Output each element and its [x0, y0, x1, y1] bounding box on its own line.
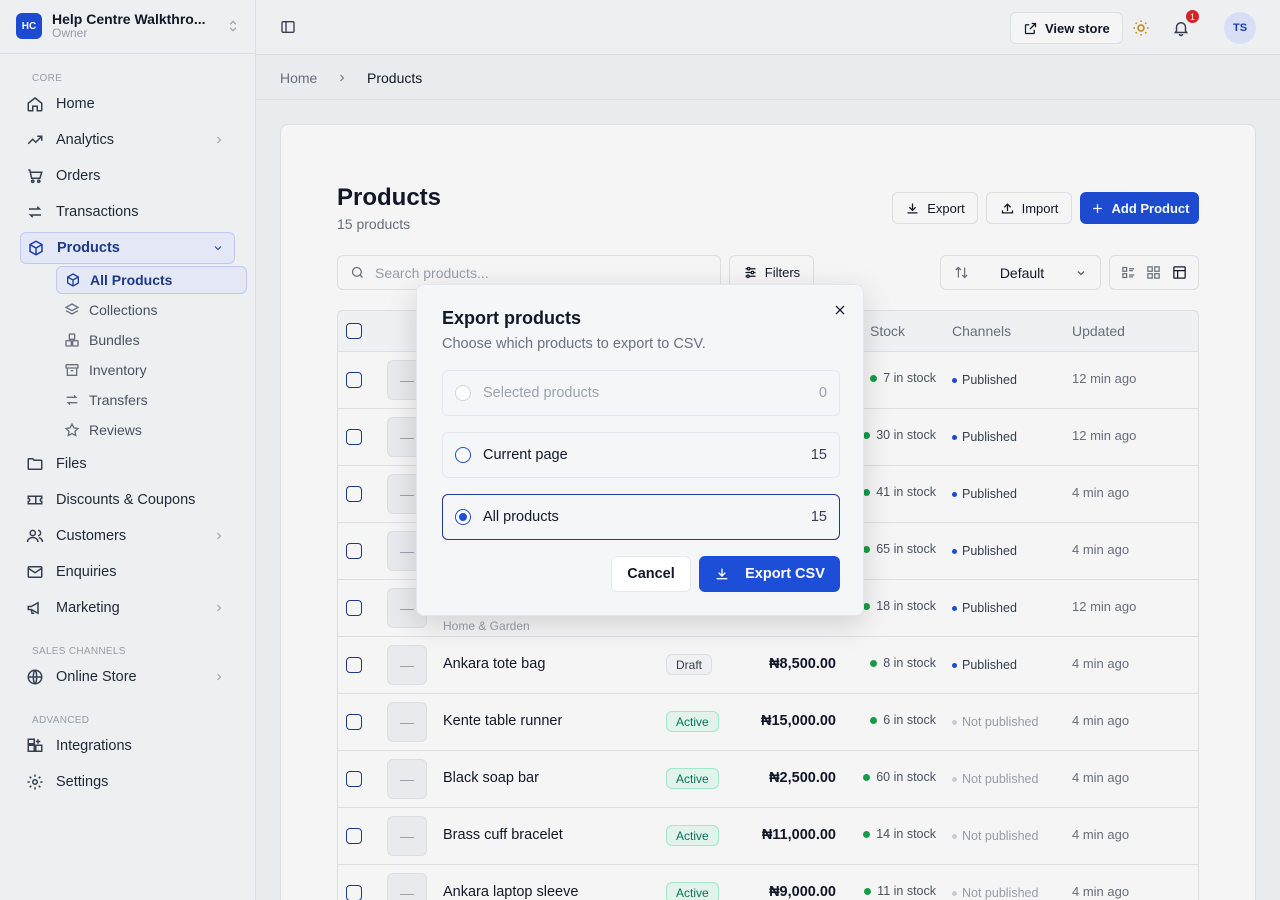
download-icon — [716, 568, 728, 580]
cancel-button[interactable]: Cancel — [611, 556, 691, 592]
option-selected-products: Selected products 0 — [442, 370, 840, 416]
option-label: All products — [483, 509, 559, 525]
close-icon[interactable] — [833, 303, 847, 317]
export-csv-label: Export CSV — [745, 566, 825, 582]
option-current-page[interactable]: Current page 15 — [442, 432, 840, 478]
dialog-description: Choose which products to export to CSV. — [442, 336, 706, 352]
radio-selected-products — [455, 385, 471, 401]
radio-all-products[interactable] — [455, 509, 471, 525]
option-label: Selected products — [483, 385, 600, 401]
export-csv-button[interactable]: Export CSV — [699, 556, 840, 592]
export-products-dialog: Export products Choose which products to… — [416, 284, 864, 616]
option-count: 15 — [810, 509, 827, 525]
dialog-title: Export products — [442, 308, 582, 328]
option-count: 15 — [810, 447, 827, 463]
option-label: Current page — [483, 447, 568, 463]
option-count: 0 — [818, 385, 827, 401]
option-all-products[interactable]: All products 15 — [442, 494, 840, 540]
radio-current-page[interactable] — [455, 447, 471, 463]
